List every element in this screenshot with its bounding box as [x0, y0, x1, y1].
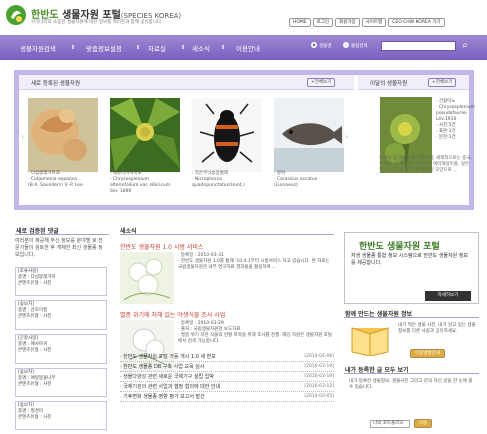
top-links: HOME 로그인 회원가입 사이트맵 CEO·CHW KOREA 가기 [289, 18, 445, 27]
participation-text: 내가 찍은 생물 사진, 내가 알고 있는 생물 정보를 다른 사람과 공유하세… [398, 323, 476, 334]
news-summary: · 등록일 : 2010-03-29 · 출처 : 국립생물자원관 보도자료 ·… [178, 321, 332, 344]
signup-link[interactable]: 회원가입 [335, 18, 360, 27]
list-item[interactable]: · 생물다양성 관련 새로운 국제기구 설립 입박 [2010-03-19] [120, 373, 334, 382]
news-summary: · 등록일 : 2010-03-31 · 한반도 생물자원 1.0를 통해 '1… [178, 253, 330, 270]
species-caption: · 다섬봉래가지과 · Cotjomenia expansa (B.A. Sau… [28, 171, 83, 188]
logo-icon[interactable] [5, 4, 27, 26]
search-input[interactable] [381, 41, 456, 51]
species-caption: · 붕어 · Carassius auratus (Linnaeus) [274, 171, 318, 188]
recent-species-caption: · 선왕이노 · Chrysosplenium pseudofauriei Lé… [436, 99, 476, 140]
divider [15, 234, 109, 235]
sitemap-link[interactable]: 사이트맵 [361, 18, 387, 27]
chevron-left-icon[interactable]: ‹ [21, 132, 24, 141]
main-nav: 생물자원검색 맞춤정보설정 자료실 새소식 이용안내 생물명 통합검색 ⌕ [0, 35, 487, 60]
book-icon [351, 327, 389, 356]
species-photo[interactable] [274, 98, 344, 172]
nav-item-custom[interactable]: 맞춤정보설정 [86, 43, 122, 53]
recent-species-header: 이달의 생물자원 +전체보기 [358, 75, 469, 90]
radio-species-label: 생물명 [319, 44, 332, 49]
comment-box[interactable]: [숲보자] 종명 : 질경이 콘텐츠유형 : 사진 [15, 401, 107, 430]
nav-item-news[interactable]: 새소식 [192, 43, 210, 53]
divider [120, 234, 334, 235]
divider [344, 317, 479, 318]
divider [344, 373, 479, 374]
news-image[interactable] [120, 252, 174, 304]
nav-separator [72, 45, 74, 49]
nav-separator [182, 45, 184, 49]
list-item[interactable]: · 한반도 생물자원 포털 가동 개시 1.0 새 면모 [2010-04-06] [120, 353, 334, 362]
radio-integrated-label: 통합검색 [351, 44, 368, 49]
nav-separator [137, 45, 139, 49]
more-recent-button[interactable]: +전체보기 [428, 78, 457, 87]
page: 한반도 생물자원 포털(SPECIES KOREA) 우리나라의 소중한 생물자… [0, 0, 487, 434]
new-species-header: 새로 등록된 생물자원 +전체보기 [19, 75, 354, 90]
more-new-button[interactable]: +전체보기 [307, 78, 336, 87]
left-intro: 여러분이 제공해 주신 정보를 분야별 로 전문가들이 검토한 후 게재한 최신… [15, 238, 103, 258]
species-photo[interactable] [110, 98, 180, 172]
comment-box[interactable]: [숲보자] 종명 : 산호이름 콘텐츠유형 : 사진 [15, 300, 107, 330]
species-caption: · 새밭라이핵이노 · Chrysosplenium alternifolium… [110, 171, 171, 194]
banner-details-button[interactable]: 자세히보기 [425, 291, 471, 301]
radio-species[interactable] [311, 42, 317, 48]
list-item[interactable]: · 한반도 생물종 DB 구축 사업 교육 실시 [2010-03-19] [120, 363, 334, 372]
banner-title: 한반도 생물자원 포털 [359, 242, 440, 252]
external-link[interactable]: CEO·CHW KOREA 가기 [388, 18, 445, 27]
promo-banner[interactable]: 한반도 생물자원 포털 자생 생물종 통합 정보 시스템으로 한반도 생물자원 … [344, 232, 479, 304]
species-photo[interactable] [192, 98, 262, 172]
banner-subtitle: 자생 생물종 통합 정보 시스템으로 한반도 생물자원 정보를 제공합니다. [351, 253, 468, 266]
comment-box[interactable]: [숲보자] 종명 : 애잎봉돌나무 콘텐츠유형 : 사진 [15, 368, 107, 397]
species-caption: · 작은무늬송장벌레 · Nicrophorus quadripunctatus… [192, 171, 245, 188]
chevron-right-icon[interactable]: › [345, 132, 348, 141]
portfolio-select[interactable]: 나의 포트폴리오 [370, 420, 410, 428]
news-headline[interactable]: 멸종 위기에 처해 있는 야생식물 조사 사업 [120, 310, 225, 319]
feature-panel: 새로 등록된 생물자원 +전체보기 이달의 생물자원 +전체보기 ‹ › · 다… [14, 70, 476, 210]
nav-item-search[interactable]: 생물자원검색 [20, 43, 56, 53]
news-headline[interactable]: 한반도 생물자원 1.0 시범 서비스 [120, 242, 203, 251]
list-item[interactable]: · 국제기관의 관련 사업과 협정 협의에 대한 안내 [2010-03-12] [120, 383, 334, 392]
my-posts-text: 내가 등록한 생물정보, 생물사진 그리고 문의 하신 글을 한 눈에 볼 수 … [349, 379, 473, 390]
nav-item-archive[interactable]: 자료실 [148, 43, 166, 53]
login-link[interactable]: 로그인 [312, 18, 334, 27]
tagline: 우리나라의 소중한 생물자원에 대한 정보를 여러분과 함께 공유합니다. [31, 20, 163, 25]
radio-integrated[interactable] [343, 42, 349, 48]
species-photo[interactable] [28, 98, 98, 172]
search-icon[interactable]: ⌕ [458, 40, 472, 52]
nav-item-guide[interactable]: 이용안내 [236, 43, 260, 53]
go-button[interactable]: 이동 [414, 419, 433, 428]
top-header: 한반도 생물자원 포털(SPECIES KOREA) 우리나라의 소중한 생물자… [0, 0, 487, 34]
guide-button[interactable]: 이용방법안내 [410, 349, 445, 358]
nav-separator [222, 45, 224, 49]
list-item[interactable]: · 기후변화 생물종 영향 평가 보고서 발간 [2010-03-05] [120, 393, 334, 402]
home-link[interactable]: HOME [289, 18, 311, 27]
comment-box[interactable]: [조류사랑] 종명 : 다섬봉래가지 콘텐츠유형 : 사진 [15, 267, 107, 296]
comment-box[interactable]: [곤충사랑] 종명 : 애사마귀 콘텐츠유형 : 사진 [15, 334, 107, 364]
recent-species-description: 한반도 및 제주도에 자생하며, 세계적으로는 중국, 우수리, 북 쪽 까지 … [379, 156, 472, 173]
